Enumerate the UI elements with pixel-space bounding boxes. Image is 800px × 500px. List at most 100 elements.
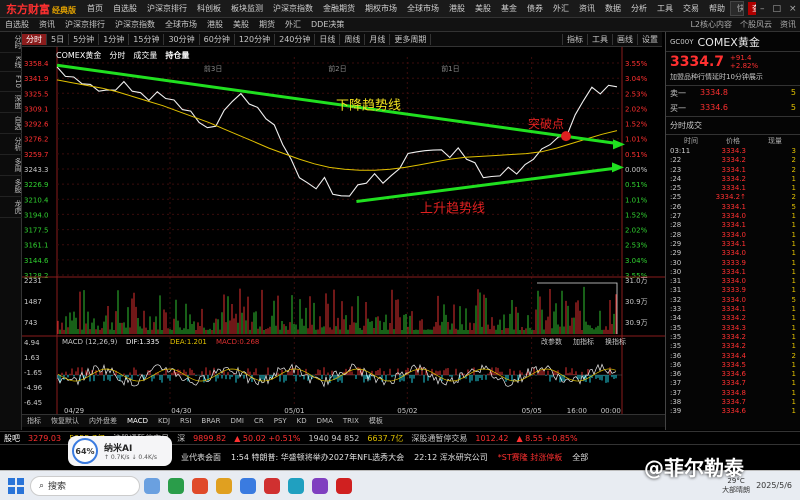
news-item-1[interactable]: 1:54 特朗普: 华盛顿将举办2027年NFL选秀大会 <box>226 452 409 463</box>
tab-period-9[interactable]: 日线 <box>315 33 341 45</box>
indicator-tab-4[interactable]: KDJ <box>153 417 175 425</box>
indicator-tab-13[interactable]: 模板 <box>364 416 388 426</box>
indicator-tab-10[interactable]: KD <box>292 417 312 425</box>
app-icon-8[interactable] <box>312 477 328 494</box>
intraday-chart[interactable]: 3358.4 3.55% 3341.9 3.04% 3325.5 2.53% 3309.1 2… <box>22 47 665 414</box>
indicator-tab-5[interactable]: RSI <box>175 417 196 425</box>
quick-nav-item-2[interactable]: 沪深京排行 <box>60 19 110 30</box>
menu-item-19[interactable]: 帮助 <box>704 3 730 14</box>
tab-period-6[interactable]: 60分钟 <box>200 33 235 45</box>
sidebar-item-6[interactable]: 多周 <box>0 155 22 176</box>
taskbar-search[interactable]: ⌕ 搜索 <box>30 475 140 496</box>
tab-period-7[interactable]: 120分钟 <box>235 33 276 45</box>
quick-nav-right-0[interactable]: L2核心内容 <box>686 19 736 30</box>
menu-item-12[interactable]: 债券 <box>522 3 548 14</box>
quick-nav-item-4[interactable]: 全球市场 <box>160 19 202 30</box>
browser-icon[interactable] <box>240 477 256 494</box>
menu-item-1[interactable]: 自选股 <box>108 3 142 14</box>
legend-item-oi[interactable]: 持仓量 <box>165 50 189 61</box>
indicator-tab-6[interactable]: BRAR <box>196 417 225 425</box>
menu-item-6[interactable]: 金融期货 <box>318 3 360 14</box>
indicator-tab-0[interactable]: 指标 <box>22 416 46 426</box>
windows-start-icon[interactable] <box>8 477 24 494</box>
legend-item-price[interactable]: 分时 <box>109 50 125 61</box>
news-notification[interactable]: 查看巍华新材等31条新消息 <box>748 2 756 15</box>
menu-item-0[interactable]: 首页 <box>82 3 108 14</box>
indicator-tab-3[interactable]: MACD <box>122 417 153 425</box>
tab-period-3[interactable]: 1分钟 <box>99 33 130 45</box>
menu-item-14[interactable]: 资讯 <box>574 3 600 14</box>
quick-nav-item-1[interactable]: 资讯 <box>34 19 60 30</box>
sidebar-item-2[interactable]: F10 <box>0 72 22 92</box>
quick-nav-item-7[interactable]: 期货 <box>254 19 280 30</box>
menu-item-17[interactable]: 工具 <box>652 3 678 14</box>
index-item-0[interactable]: 股吧 <box>0 433 24 444</box>
app-icon-3[interactable] <box>192 477 208 494</box>
macd-option-1[interactable]: 加指标 <box>573 337 594 346</box>
app-icon-9[interactable] <box>336 477 352 494</box>
news-item-0[interactable]: 业代表会面 <box>176 452 226 463</box>
maximize-icon[interactable]: □ <box>769 4 786 14</box>
sidebar-item-5[interactable]: 分析 <box>0 134 22 155</box>
ai-widget[interactable]: 64% 纳米AI ↑ 0.7K/s ↓ 0.4K/s <box>68 436 172 466</box>
chart-tool-3[interactable]: 设置 <box>637 33 662 45</box>
menu-item-10[interactable]: 美股 <box>470 3 496 14</box>
quick-nav-item-3[interactable]: 沪深京指数 <box>110 19 160 30</box>
quick-nav-item-0[interactable]: 自选股 <box>0 19 34 30</box>
tab-period-2[interactable]: 5分钟 <box>69 33 100 45</box>
quick-nav-item-9[interactable]: DDE决策 <box>306 19 349 30</box>
indicator-tab-1[interactable]: 恢复默认 <box>46 416 84 426</box>
quick-nav-item-8[interactable]: 外汇 <box>280 19 306 30</box>
macd-option-2[interactable]: 换指标 <box>605 337 626 346</box>
sidebar-item-0[interactable]: 分时 <box>0 32 22 53</box>
menu-item-11[interactable]: 基金 <box>496 3 522 14</box>
indicator-tab-9[interactable]: PSY <box>269 417 292 425</box>
tab-period-11[interactable]: 月线 <box>365 33 391 45</box>
ticks-list[interactable]: 03:11 3334.3 3:22 3334.2 2:23 3334.1 2:24 3334.… <box>666 147 800 417</box>
menu-item-7[interactable]: 期权市场 <box>360 3 402 14</box>
sidebar-item-7[interactable]: 多股 <box>0 176 22 197</box>
tab-period-4[interactable]: 15分钟 <box>129 33 165 45</box>
app-icon-7[interactable] <box>288 477 304 494</box>
news-item-2[interactable]: 22:12 浑水研究公司 <box>409 452 493 463</box>
menu-item-15[interactable]: 数据 <box>600 3 626 14</box>
indicator-tab-7[interactable]: DMI <box>225 417 249 425</box>
menu-item-8[interactable]: 全球市场 <box>402 3 444 14</box>
sidebar-item-1[interactable]: K线 <box>0 53 22 72</box>
menu-item-16[interactable]: 分析 <box>626 3 652 14</box>
quick-nav-item-5[interactable]: 港股 <box>202 19 228 30</box>
quick-nav-right-2[interactable]: 资讯 <box>776 19 800 30</box>
chart-tool-2[interactable]: 画线 <box>612 33 637 45</box>
taskbar-date[interactable]: 2025/5/6 <box>756 481 792 490</box>
close-icon[interactable]: × <box>785 4 800 14</box>
news-item-4[interactable]: 全部 <box>567 452 593 463</box>
menu-item-18[interactable]: 交易 <box>678 3 704 14</box>
tab-period-1[interactable]: 5日 <box>47 33 70 45</box>
news-item-3[interactable]: *ST赛隆 封涨停板 <box>493 452 568 463</box>
tab-period-10[interactable]: 周线 <box>340 33 366 45</box>
tab-period-8[interactable]: 240分钟 <box>275 33 316 45</box>
quick-trade-input[interactable]: 快速交易F12 <box>730 1 744 16</box>
indicator-tab-12[interactable]: TRIX <box>338 417 364 425</box>
folder-icon[interactable] <box>216 477 232 494</box>
menu-item-5[interactable]: 沪深京指数 <box>268 3 318 14</box>
app-icon-2[interactable] <box>168 477 184 494</box>
app-icon-1[interactable] <box>144 477 160 494</box>
menu-item-9[interactable]: 港股 <box>444 3 470 14</box>
menu-item-13[interactable]: 外汇 <box>548 3 574 14</box>
menu-item-3[interactable]: 科创板 <box>192 3 226 14</box>
indicator-tab-2[interactable]: 内外盘差 <box>84 416 122 426</box>
menu-item-2[interactable]: 沪深京排行 <box>142 3 192 14</box>
tab-period-12[interactable]: 更多周期 <box>390 33 432 45</box>
indicator-tab-11[interactable]: DMA <box>312 417 338 425</box>
tab-period-0[interactable]: 分时 <box>22 33 47 45</box>
sidebar-item-3[interactable]: 深度 <box>0 92 22 113</box>
app-icon-6[interactable] <box>264 477 280 494</box>
legend-item-volume[interactable]: 成交量 <box>133 50 157 61</box>
tab-period-5[interactable]: 30分钟 <box>164 33 200 45</box>
quick-nav-right-1[interactable]: 个股风云 <box>736 19 776 30</box>
chart-tool-0[interactable]: 指标 <box>562 33 587 45</box>
chart-tool-1[interactable]: 工具 <box>587 33 612 45</box>
sidebar-item-8[interactable]: 龙虎 <box>0 197 22 218</box>
macd-option-0[interactable]: 改参数 <box>541 337 562 346</box>
